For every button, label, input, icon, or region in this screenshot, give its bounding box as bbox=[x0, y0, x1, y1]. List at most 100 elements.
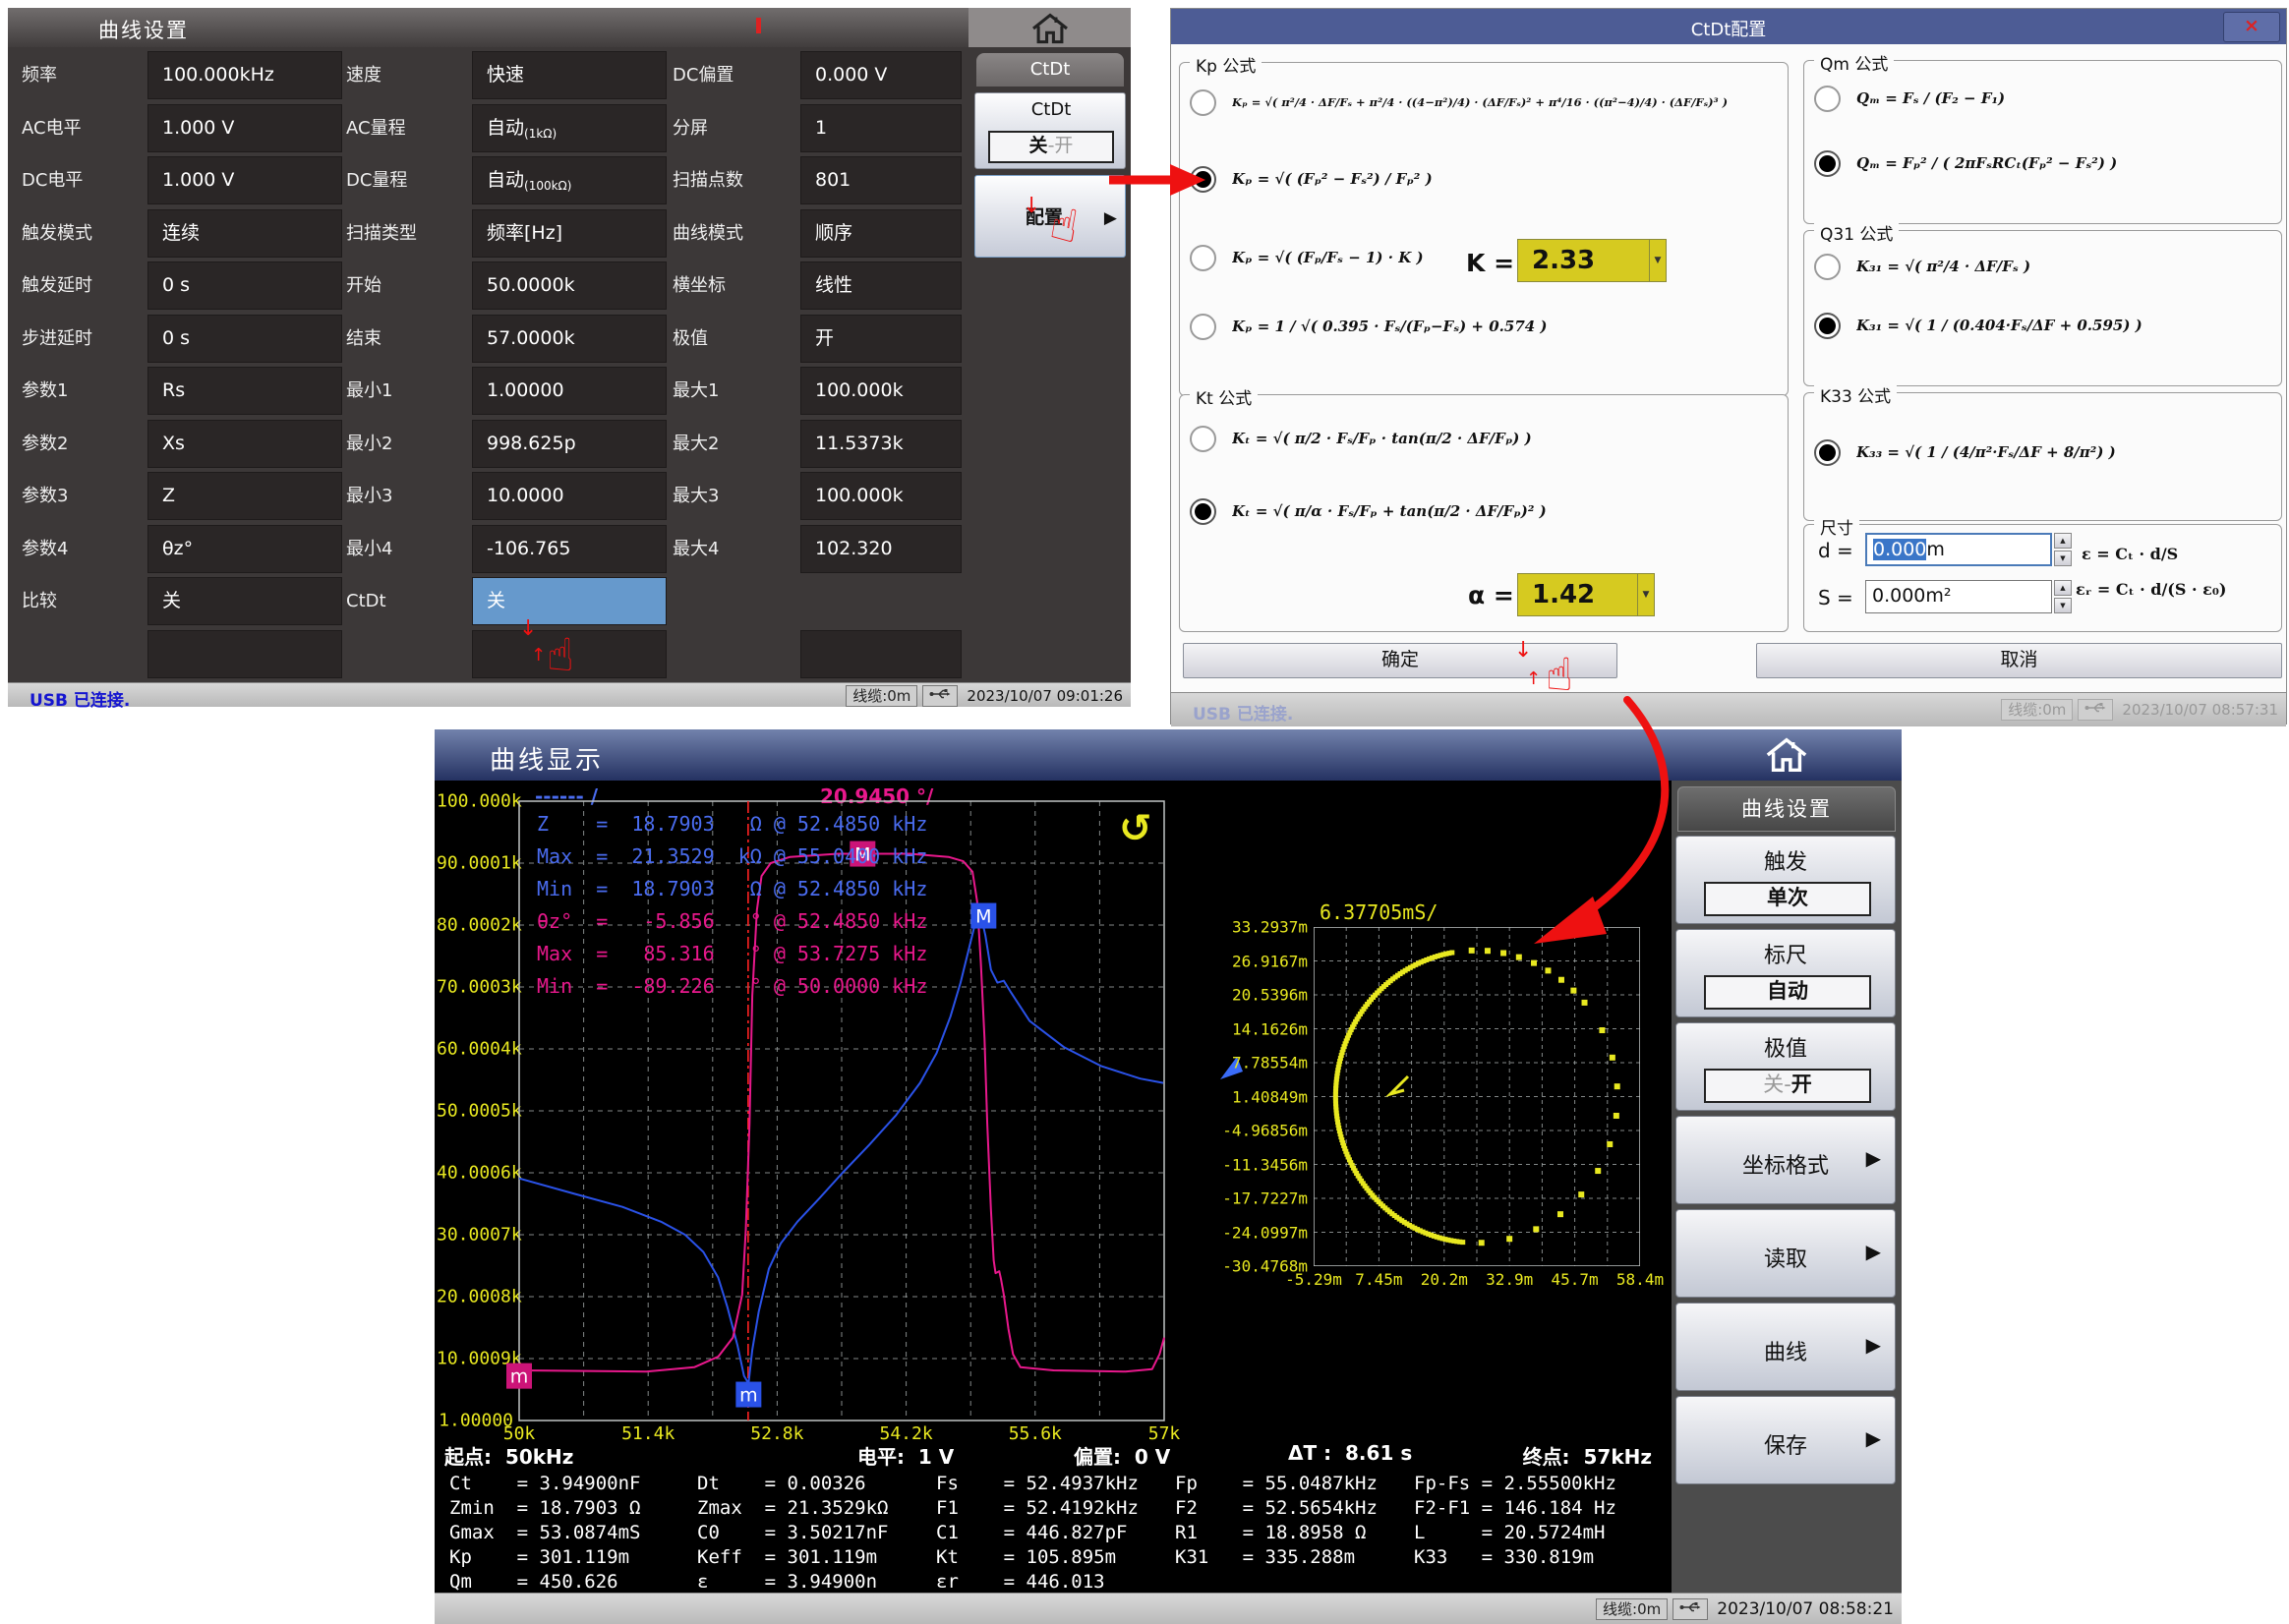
inset-x-tick-label: 7.45m bbox=[1355, 1270, 1402, 1289]
ctdt-toggle-button[interactable]: CtDt 关-开 bbox=[974, 92, 1126, 169]
settings-value[interactable]: 自动(100kΩ) bbox=[472, 156, 667, 204]
spinner-down-icon[interactable]: ▼ bbox=[2054, 551, 2072, 566]
formula-text: Kₚ = √( (Fₚ² − Fₛ²) / Fₚ² ) bbox=[1232, 170, 1433, 188]
curve-display-window: 曲线显示 ------ / 20.9450 °/ 100.000k90.0001… bbox=[435, 729, 1902, 1624]
s-input[interactable]: 0.000m² bbox=[1865, 580, 2052, 613]
settings-value[interactable]: 50.0000k bbox=[472, 261, 667, 310]
sidebar-button-5[interactable]: 读取▶ bbox=[1675, 1209, 1896, 1298]
k-param-input[interactable]: 2.33▼ bbox=[1517, 239, 1667, 282]
dropdown-icon[interactable]: ▼ bbox=[1637, 574, 1654, 615]
radio-unselected[interactable] bbox=[1190, 426, 1216, 452]
settings-value[interactable]: 顺序 bbox=[800, 209, 962, 258]
ctdt-config-button[interactable]: 配置 ▶ bbox=[974, 175, 1126, 258]
clock-text: 2023/10/07 09:01:26 bbox=[963, 687, 1127, 705]
settings-value[interactable]: 57.0000k bbox=[472, 315, 667, 363]
radio-unselected[interactable] bbox=[1190, 89, 1216, 116]
window-title: 曲线显示 bbox=[490, 740, 604, 777]
settings-value[interactable]: 100.000k bbox=[800, 472, 962, 520]
settings-value[interactable]: Z bbox=[147, 472, 342, 520]
settings-value[interactable] bbox=[147, 630, 342, 678]
settings-value[interactable]: 102.320 bbox=[800, 525, 962, 573]
group-size: 尺寸d =0.000m▲▼S =0.000m²▲▼ε = Cₜ · d/Sεᵣ … bbox=[1803, 524, 2282, 632]
y-axis-tick-label: 30.0007k bbox=[437, 1225, 513, 1246]
readout-line: Min = 18.7903 Ω @ 52.4850 kHz bbox=[537, 877, 927, 900]
radio-selected[interactable] bbox=[1814, 150, 1841, 177]
toggle-state-text: 关 bbox=[1029, 135, 1048, 156]
sidebar-tab-curve-settings[interactable]: 曲线设置 bbox=[1677, 786, 1896, 832]
alpha-param-input[interactable]: 1.42▼ bbox=[1517, 573, 1655, 616]
settings-value[interactable]: 801 bbox=[800, 156, 962, 204]
radio-unselected[interactable] bbox=[1190, 245, 1216, 271]
settings-value[interactable]: 连续 bbox=[147, 209, 342, 258]
formula-option: Qₘ = Fₛ / (F₂ − F₁) bbox=[1814, 73, 2271, 124]
settings-value[interactable]: Rs bbox=[147, 367, 342, 415]
close-icon[interactable]: × bbox=[2223, 12, 2280, 42]
settings-value[interactable]: 0 s bbox=[147, 261, 342, 310]
measurement-cell: C1 = 446.827pF bbox=[936, 1522, 1127, 1543]
sidebar-button-4[interactable]: 坐标格式▶ bbox=[1675, 1116, 1896, 1204]
y-axis-tick-label: 40.0006k bbox=[437, 1163, 513, 1184]
inset-x-tick-label: -5.29m bbox=[1285, 1270, 1342, 1289]
settings-value[interactable]: 关 bbox=[147, 577, 342, 625]
settings-value[interactable]: 1.00000 bbox=[472, 367, 667, 415]
settings-value[interactable]: 1.000 V bbox=[147, 104, 342, 152]
s-spinner[interactable]: ▲▼ bbox=[2054, 580, 2072, 613]
home-strip bbox=[968, 8, 1131, 47]
sidebar-button-2[interactable]: 标尺自动 bbox=[1675, 929, 1896, 1017]
radio-selected[interactable] bbox=[1814, 313, 1841, 339]
formula-text: K₃₁ = √( 1 / (0.404·Fₛ/ΔF + 0.595) ) bbox=[1856, 317, 2142, 334]
ok-button[interactable]: 确定 bbox=[1183, 643, 1617, 678]
settings-value[interactable]: 100.000kHz bbox=[147, 51, 342, 99]
sidebar-button-7[interactable]: 保存▶ bbox=[1675, 1396, 1896, 1484]
spinner-up-icon[interactable]: ▲ bbox=[2054, 533, 2072, 549]
d-input[interactable]: 0.000m bbox=[1865, 533, 2052, 566]
measurement-cell: K31 = 335.288m bbox=[1175, 1546, 1355, 1568]
home-icon[interactable] bbox=[1764, 734, 1809, 776]
admittance-circle-plot[interactable] bbox=[1314, 927, 1640, 1266]
settings-value[interactable]: Xs bbox=[147, 420, 342, 468]
svg-text:m: m bbox=[739, 1385, 758, 1407]
sidebar-button-6[interactable]: 曲线▶ bbox=[1675, 1303, 1896, 1391]
data-point bbox=[1558, 977, 1564, 983]
radio-unselected[interactable] bbox=[1814, 86, 1841, 112]
settings-value[interactable]: 自动(1kΩ) bbox=[472, 104, 667, 152]
settings-value-highlighted[interactable]: 关 bbox=[472, 577, 667, 625]
cancel-button[interactable]: 取消 bbox=[1756, 643, 2282, 678]
settings-value[interactable]: 11.5373k bbox=[800, 420, 962, 468]
spinner-up-icon[interactable]: ▲ bbox=[2054, 580, 2072, 596]
settings-value[interactable]: 100.000k bbox=[800, 367, 962, 415]
radio-selected[interactable] bbox=[1814, 439, 1841, 466]
settings-value[interactable]: θz° bbox=[147, 525, 342, 573]
settings-value[interactable]: 0 s bbox=[147, 315, 342, 363]
group-title: Kp 公式 bbox=[1190, 52, 1262, 77]
sidebar-button-state: 关-开 bbox=[1704, 1069, 1871, 1103]
sidebar-button-3[interactable]: 极值关-开 bbox=[1675, 1022, 1896, 1111]
dropdown-icon[interactable]: ▼ bbox=[1649, 240, 1666, 281]
home-icon[interactable] bbox=[1029, 12, 1071, 45]
settings-value[interactable]: 开 bbox=[800, 315, 962, 363]
spinner-down-icon[interactable]: ▼ bbox=[2054, 598, 2072, 613]
radio-unselected[interactable] bbox=[1814, 254, 1841, 280]
d-spinner[interactable]: ▲▼ bbox=[2054, 533, 2072, 566]
settings-value[interactable]: 快速 bbox=[472, 51, 667, 99]
rotate-ccw-icon[interactable]: ↺ bbox=[1119, 806, 1152, 851]
data-point bbox=[1545, 967, 1551, 973]
settings-value[interactable] bbox=[472, 630, 667, 678]
settings-value[interactable]: 1 bbox=[800, 104, 962, 152]
radio-selected[interactable] bbox=[1190, 166, 1216, 193]
sidebar-button-1[interactable]: 触发单次 bbox=[1675, 836, 1896, 924]
group-q31: Q31 公式K₃₁ = √( π²/4 · ΔF/Fₛ )K₃₁ = √( 1 … bbox=[1803, 230, 2282, 386]
settings-value[interactable]: 0.000 V bbox=[800, 51, 962, 99]
settings-value[interactable] bbox=[800, 630, 962, 678]
group-k33: K33 公式K₃₃ = √( 1 / (4/π²·Fₛ/ΔF + 8/π²) ) bbox=[1803, 392, 2282, 521]
settings-value[interactable]: -106.765 bbox=[472, 525, 667, 573]
radio-unselected[interactable] bbox=[1190, 314, 1216, 340]
y-axis-tick-label: 60.0004k bbox=[437, 1039, 513, 1060]
settings-value[interactable]: 998.625p bbox=[472, 420, 667, 468]
settings-label: DC偏置 bbox=[673, 51, 796, 99]
settings-value[interactable]: 频率[Hz] bbox=[472, 209, 667, 258]
settings-value[interactable]: 线性 bbox=[800, 261, 962, 310]
settings-value[interactable]: 10.0000 bbox=[472, 472, 667, 520]
radio-selected[interactable] bbox=[1190, 498, 1216, 525]
settings-value[interactable]: 1.000 V bbox=[147, 156, 342, 204]
